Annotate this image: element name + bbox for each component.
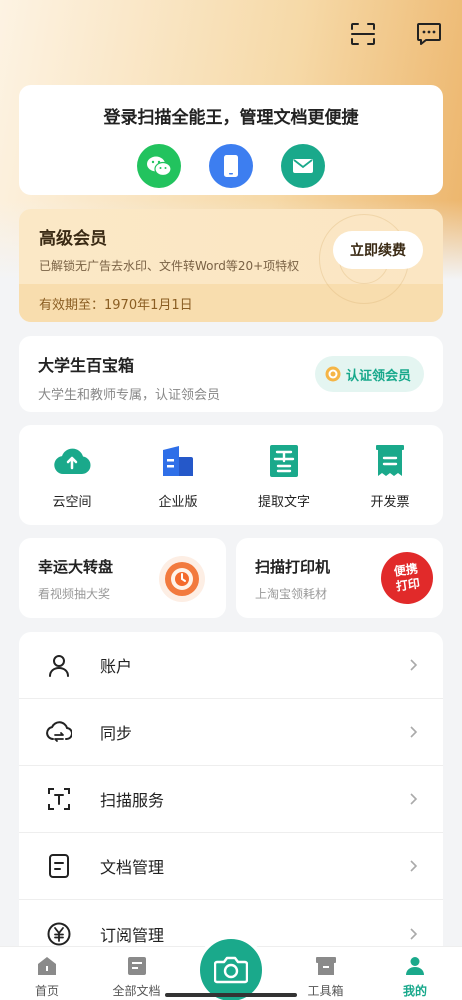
home-indicator	[165, 993, 297, 997]
menu-item-account[interactable]: 账户	[19, 632, 443, 699]
menu-label: 订阅管理	[100, 925, 165, 945]
scan-icon[interactable]	[347, 18, 379, 50]
toolbox-icon	[315, 957, 336, 975]
tool-enterprise[interactable]: 企业版	[128, 443, 228, 525]
menu-label: 账户	[100, 657, 133, 676]
message-icon[interactable]	[413, 18, 445, 50]
tool-label: 云空间	[52, 495, 92, 510]
nav-toolbox[interactable]: 工具箱	[291, 947, 361, 1000]
chevron-right-icon	[410, 659, 418, 671]
nav-all-documents[interactable]: 全部文档	[102, 947, 172, 1000]
tools-card: 云空间 企业版 提取文字 开发票	[19, 425, 443, 525]
phone-icon[interactable]	[209, 144, 253, 188]
scan-printer-card[interactable]: 扫描打印机 上淘宝领耗材 便携 打印	[236, 538, 443, 618]
profile-icon	[406, 957, 424, 975]
chevron-right-icon	[410, 927, 418, 940]
cloud-sync-icon	[45, 718, 73, 746]
verify-button[interactable]: 认证领会员	[314, 356, 424, 392]
invoice-icon	[370, 443, 410, 479]
yen-icon	[45, 920, 73, 948]
documents-icon	[127, 957, 146, 975]
lucky-wheel-card[interactable]: 幸运大转盘 看视频抽大奖	[19, 538, 226, 618]
menu-label: 文档管理	[100, 858, 165, 877]
extract-text-icon	[264, 443, 304, 479]
menu-item-sync[interactable]: 同步	[19, 699, 443, 766]
badge-icon	[325, 366, 341, 382]
document-icon	[45, 852, 73, 880]
menu-label: 同步	[100, 724, 133, 743]
settings-menu: 账户 同步 扫描服务 文档管理 订阅管理	[19, 632, 443, 972]
tool-label: 开发票	[370, 495, 410, 510]
home-icon	[38, 957, 56, 975]
login-title: 登录扫描全能王，管理文档更便捷	[103, 108, 359, 128]
cloud-upload-icon	[52, 443, 92, 479]
vip-card[interactable]: 高级会员 已解锁无广告去水印、文件转Word等20+项特权 立即续费 有效期至：…	[19, 209, 443, 322]
scan-service-icon	[45, 785, 73, 813]
tool-label: 企业版	[158, 495, 198, 510]
verify-button-label: 认证领会员	[345, 368, 411, 384]
nav-label: 首页	[34, 984, 59, 998]
tool-extract-text[interactable]: 提取文字	[234, 443, 334, 525]
menu-item-scan-service[interactable]: 扫描服务	[19, 766, 443, 833]
student-card[interactable]: 大学生百宝箱 大学生和教师专属，认证领会员 认证领会员	[19, 336, 443, 412]
tool-label: 提取文字	[257, 495, 310, 510]
enterprise-icon	[158, 443, 198, 479]
wechat-icon[interactable]	[137, 144, 181, 188]
email-icon[interactable]	[281, 144, 325, 188]
nav-mine[interactable]: 我的	[380, 947, 450, 1000]
renew-button[interactable]: 立即续费	[333, 231, 423, 269]
menu-item-document-management[interactable]: 文档管理	[19, 833, 443, 900]
tool-cloud-space[interactable]: 云空间	[22, 443, 122, 525]
nav-home[interactable]: 首页	[12, 947, 82, 1000]
camera-icon	[214, 956, 248, 984]
chevron-right-icon	[410, 860, 418, 872]
tool-invoice[interactable]: 开发票	[340, 443, 440, 525]
chevron-right-icon	[410, 793, 418, 805]
login-card[interactable]: 登录扫描全能王，管理文档更便捷	[19, 85, 443, 195]
user-icon	[45, 651, 73, 679]
chevron-right-icon	[410, 726, 418, 738]
lucky-wheel-icon	[159, 556, 205, 602]
menu-label: 扫描服务	[100, 791, 165, 810]
camera-button[interactable]	[196, 935, 266, 1000]
nav-label: 全部文档	[112, 984, 161, 998]
nav-label: 工具箱	[307, 984, 344, 998]
nav-label: 我的	[402, 984, 427, 998]
